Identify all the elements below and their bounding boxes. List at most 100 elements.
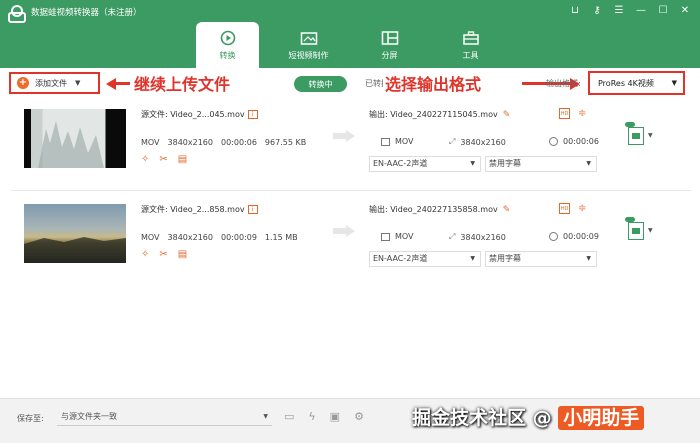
output-filename: 输出: Video_240227135858.mov ✎ — [369, 204, 510, 215]
short-video-icon — [300, 30, 318, 46]
split-icon[interactable]: ≑ — [578, 108, 586, 119]
pencil-icon[interactable]: ✎ — [503, 110, 511, 120]
tab-convert-label: 转换 — [219, 50, 236, 60]
output-resolution-info: ⤢ 3840x2160 — [449, 137, 506, 147]
source-meta: MOV 3840x2160 00:00:06 967.55 KB — [141, 138, 306, 147]
subtitle-value: 禁用字幕 — [489, 159, 521, 168]
hd-badge-icon[interactable]: HD — [559, 203, 570, 214]
edit-tools: ✧ ✂ ▤ — [141, 249, 187, 260]
file-item: 源文件: Video_2...045.mov i MOV 3840x2160 00… — [11, 100, 691, 191]
split-screen-icon — [381, 30, 399, 46]
tab-split-screen-label: 分屏 — [381, 50, 398, 60]
info-icon[interactable]: i — [247, 110, 258, 119]
clock-icon — [549, 137, 558, 146]
hd-badge-icon[interactable]: HD — [559, 108, 570, 119]
window-controls: ⊔ ⚷ ☰ — ☐ ✕ — [568, 3, 692, 17]
clock-icon — [549, 232, 558, 241]
output-filename-text: 输出: Video_240227135858.mov — [369, 205, 498, 214]
split-icon[interactable]: ≑ — [578, 203, 586, 214]
magic-wand-icon[interactable]: ✧ — [141, 154, 149, 165]
pencil-icon[interactable]: ✎ — [503, 205, 511, 215]
info-icon[interactable]: i — [247, 205, 258, 214]
minimize-icon[interactable]: — — [634, 3, 648, 17]
output-format-label: 输出格式: — [546, 79, 581, 88]
output-format-info: MOV — [381, 232, 414, 241]
watermark-author: 小明助手 — [558, 406, 645, 430]
toolbar: + 添加文件 ▼ 继续上传文件 转换中 已转换 选择输出格式 输出格式: Pro… — [0, 68, 700, 100]
tab-tools-label: 工具 — [462, 50, 479, 60]
video-thumbnail[interactable] — [24, 109, 126, 168]
maximize-icon[interactable]: ☐ — [656, 3, 670, 17]
settings-icon[interactable]: ⚙ — [354, 410, 364, 423]
tab-convert[interactable]: 转换 — [196, 22, 259, 68]
chevron-down-icon[interactable]: ▼ — [648, 132, 653, 139]
save-to-label: 保存至: — [17, 414, 44, 423]
audio-track-select[interactable]: EN-AAC-2声道 ▼ — [369, 251, 481, 267]
footer-tools: ▭ ϟ ▣ ⚙ — [284, 410, 364, 423]
output-format: MOV — [395, 232, 414, 241]
source-duration: 00:00:06 — [220, 138, 257, 147]
footer-bar: 保存至: 与源文件夹一致 ▼ ▭ ϟ ▣ ⚙ 掘金技术社区 @ 小明助手 — [0, 398, 700, 443]
subtitle-select[interactable]: 禁用字幕 ▼ — [485, 251, 597, 267]
converting-tab[interactable]: 转换中 — [294, 76, 347, 92]
source-size: 1.15 MB — [264, 233, 298, 242]
scissors-icon[interactable]: ✂ — [159, 154, 167, 165]
audio-track-select[interactable]: EN-AAC-2声道 ▼ — [369, 156, 481, 172]
source-size: 967.55 KB — [264, 138, 307, 147]
profile-doc — [628, 127, 644, 145]
source-format: MOV — [141, 233, 160, 242]
close-icon[interactable]: ✕ — [678, 3, 692, 17]
chevron-down-icon[interactable]: ▼ — [75, 79, 80, 87]
output-filename-text: 输出: Video_240227115045.mov — [369, 110, 498, 119]
source-filename: 源文件: Video_2...858.mov i — [141, 204, 258, 215]
profile-doc — [628, 222, 644, 240]
output-filename: 输出: Video_240227115045.mov ✎ — [369, 109, 510, 120]
subtitle-edit-icon[interactable]: ▤ — [178, 154, 187, 165]
edit-tools: ✧ ✂ ▤ — [141, 154, 187, 165]
tab-short-video[interactable]: 短视频制作 — [277, 22, 340, 68]
source-filename-text: 源文件: Video_2...045.mov — [141, 110, 245, 119]
chevron-down-icon: ▼ — [470, 255, 475, 262]
output-format-profile-icon[interactable] — [625, 122, 647, 148]
gpu-icon[interactable]: ▣ — [330, 410, 340, 423]
source-filename-text: 源文件: Video_2...858.mov — [141, 205, 245, 214]
hardware-accel-icon[interactable]: ϟ — [308, 410, 315, 423]
app-title-bar: 数据蛙视频转换器（未注册） — [8, 4, 142, 23]
toolbox-icon — [462, 30, 480, 46]
scissors-icon[interactable]: ✂ — [159, 249, 167, 260]
output-format-value: ProRes 4K视频 — [598, 78, 654, 88]
annotation-continue-upload: 继续上传文件 — [134, 75, 231, 94]
chevron-down-icon[interactable]: ▼ — [648, 227, 653, 234]
source-duration: 00:00:09 — [220, 233, 257, 242]
output-resolution: 3840x2160 — [460, 232, 506, 242]
tab-split-screen[interactable]: 分屏 — [358, 22, 421, 68]
source-filename: 源文件: Video_2...045.mov i — [141, 109, 258, 120]
menu-icon[interactable]: ☰ — [612, 3, 626, 17]
output-format-select[interactable]: ProRes 4K视频 ▼ — [588, 71, 685, 95]
watermark: 掘金技术社区 @ 小明助手 — [412, 403, 645, 430]
output-format-info: MOV — [381, 137, 414, 146]
subtitle-select[interactable]: 禁用字幕 ▼ — [485, 156, 597, 172]
audio-track-value: EN-AAC-2声道 — [373, 254, 428, 263]
resize-icon: ⤢ — [449, 137, 456, 146]
output-controls: HD ≑ — [559, 203, 586, 214]
resize-icon: ⤢ — [449, 232, 456, 241]
add-file-button[interactable]: + 添加文件 ▼ — [9, 72, 100, 94]
output-format-profile-icon[interactable] — [625, 217, 647, 243]
chevron-down-icon: ▼ — [671, 79, 677, 87]
output-resolution: 3840x2160 — [460, 137, 506, 147]
app-logo-icon — [8, 4, 26, 23]
folder-icon[interactable]: ▭ — [284, 410, 294, 423]
source-meta: MOV 3840x2160 00:00:09 1.15 MB — [141, 233, 298, 242]
output-duration: 00:00:06 — [563, 137, 599, 146]
save-path-value: 与源文件夹一致 — [61, 412, 117, 421]
key-icon[interactable]: ⚷ — [590, 3, 604, 17]
output-duration-info: 00:00:06 — [549, 137, 599, 146]
add-file-label: 添加文件 — [35, 78, 67, 88]
tab-tools[interactable]: 工具 — [439, 22, 502, 68]
video-thumbnail[interactable] — [24, 204, 126, 263]
cart-icon[interactable]: ⊔ — [568, 3, 582, 17]
save-path-select[interactable]: 与源文件夹一致 ▼ — [57, 408, 272, 426]
magic-wand-icon[interactable]: ✧ — [141, 249, 149, 260]
subtitle-edit-icon[interactable]: ▤ — [178, 249, 187, 260]
